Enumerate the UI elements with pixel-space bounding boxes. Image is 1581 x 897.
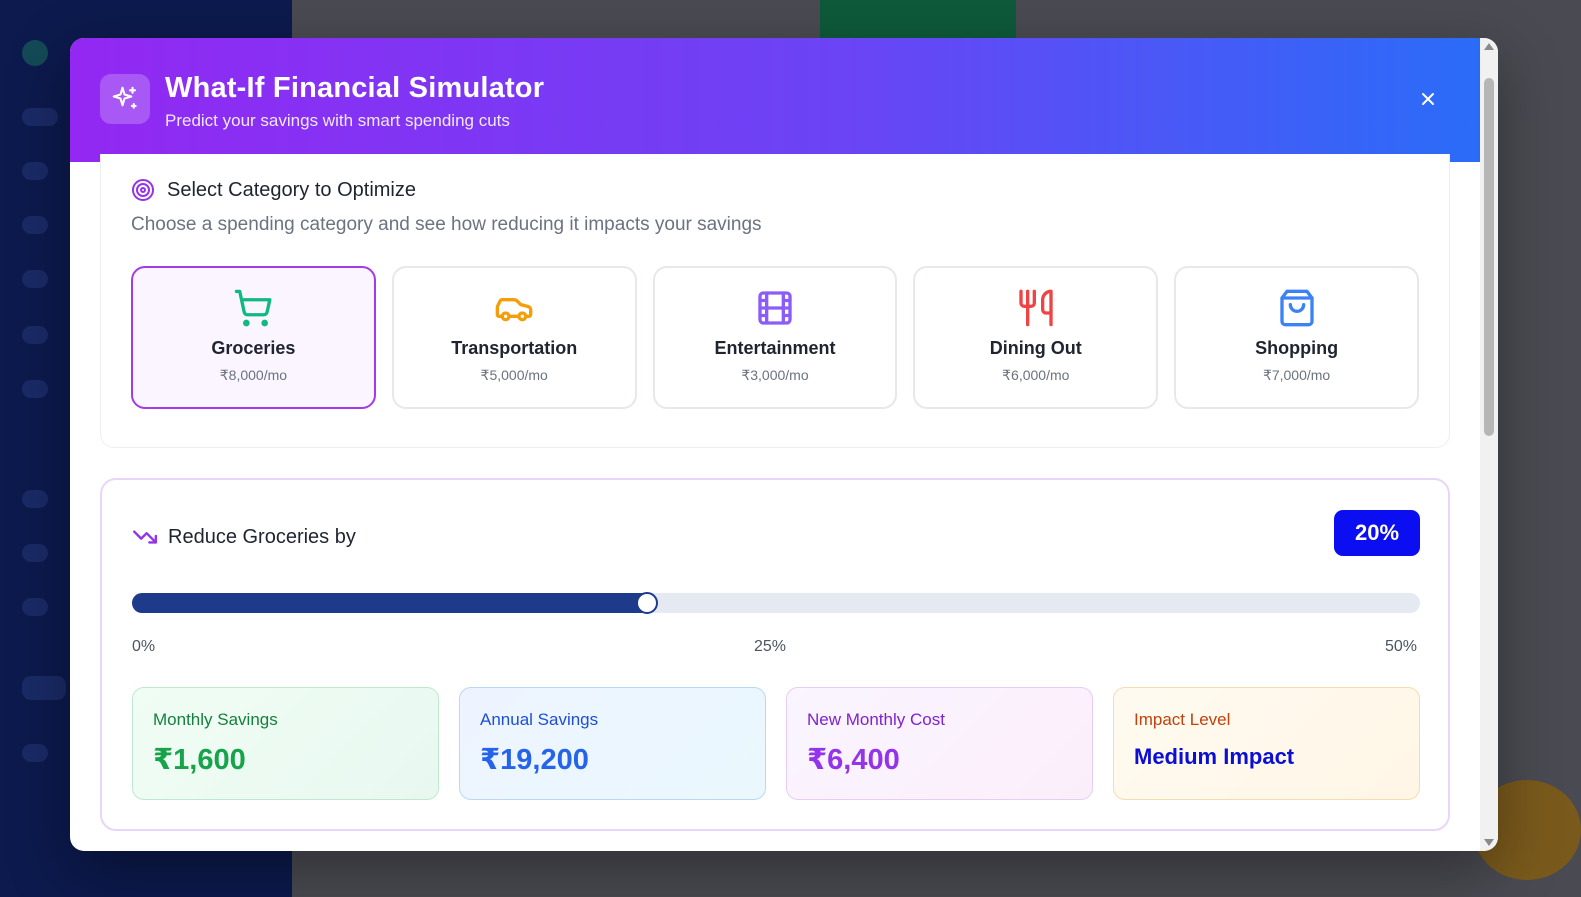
category-amount: ₹5,000/mo	[480, 367, 548, 383]
category-description: Choose a spending category and see how r…	[131, 214, 762, 235]
category-card-entertainment[interactable]: Entertainment ₹3,000/mo	[652, 266, 898, 409]
category-heading: Select Category to Optimize	[131, 178, 416, 202]
modal-scrollbar[interactable]	[1480, 38, 1498, 851]
category-amount: ₹3,000/mo	[741, 367, 809, 383]
stat-card-new-monthly-cost: New Monthly Cost ₹6,400	[786, 687, 1093, 800]
stat-value: ₹19,200	[480, 744, 589, 776]
category-name: Shopping	[1255, 338, 1339, 358]
slider-thumb[interactable]	[636, 592, 658, 614]
category-amount: ₹7,000/mo	[1262, 367, 1331, 383]
stat-card-annual-savings: Annual Savings ₹19,200	[459, 687, 766, 800]
slider-tick-max: 50%	[1385, 638, 1418, 655]
modal-title: What-If Financial Simulator	[165, 72, 545, 104]
reduce-heading-text: Reduce Groceries by	[168, 525, 356, 548]
slider-fill	[132, 593, 647, 613]
close-button[interactable]	[1416, 87, 1440, 111]
scroll-down-arrow-icon[interactable]	[1484, 839, 1494, 846]
stat-value: ₹1,600	[153, 744, 246, 776]
cart-icon	[233, 288, 273, 328]
close-icon	[1422, 93, 1434, 105]
modal-subtitle: Predict your savings with smart spending…	[165, 111, 510, 130]
category-card-transportation[interactable]: Transportation ₹5,000/mo	[391, 266, 637, 409]
stat-label: Annual Savings	[480, 710, 599, 729]
reduction-percent-badge: 20%	[1334, 510, 1420, 556]
stat-card-monthly-savings: Monthly Savings ₹1,600	[132, 687, 439, 800]
reduce-section: Reduce Groceries by 20% 0% 25% 50% Month…	[100, 478, 1450, 831]
category-card-dining-out[interactable]: Dining Out ₹6,000/mo	[913, 266, 1159, 409]
category-name: Transportation	[451, 338, 578, 358]
category-name: Entertainment	[714, 338, 836, 358]
category-name: Groceries	[211, 338, 296, 358]
category-amount: ₹8,000/mo	[219, 367, 288, 383]
modal-content: Select Category to Optimize Choose a spe…	[70, 154, 1480, 851]
category-cards: Groceries ₹8,000/mo Transportation ₹5,00…	[131, 266, 1419, 409]
stat-label: New Monthly Cost	[807, 710, 945, 729]
savings-stats: Monthly Savings ₹1,600 Annual Savings ₹1…	[132, 687, 1420, 800]
what-if-simulator-modal: What-If Financial Simulator Predict your…	[70, 38, 1498, 851]
reduce-heading: Reduce Groceries by	[132, 524, 356, 550]
category-amount: ₹6,000/mo	[1002, 367, 1070, 383]
category-name: Dining Out	[989, 338, 1082, 358]
stat-label: Monthly Savings	[153, 710, 278, 729]
car-icon	[494, 288, 534, 328]
scrollbar-thumb[interactable]	[1484, 78, 1494, 436]
stat-value: ₹6,400	[807, 744, 900, 776]
scroll-up-arrow-icon[interactable]	[1484, 43, 1494, 50]
stat-card-impact-level: Impact Level Medium Impact	[1113, 687, 1420, 800]
shopping-bag-icon	[1277, 288, 1317, 328]
reduction-slider[interactable]	[132, 592, 1420, 614]
film-icon	[755, 288, 795, 328]
stat-value: Medium Impact	[1134, 744, 1295, 769]
category-card-shopping[interactable]: Shopping ₹7,000/mo	[1174, 266, 1419, 409]
target-icon	[132, 179, 154, 201]
modal-header: What-If Financial Simulator Predict your…	[70, 38, 1480, 162]
stat-label: Impact Level	[1134, 710, 1231, 729]
trending-down-icon	[132, 530, 158, 544]
slider-tick-mid: 25%	[754, 638, 787, 655]
utensils-icon	[1016, 288, 1056, 328]
category-card-groceries[interactable]: Groceries ₹8,000/mo	[131, 266, 376, 409]
sparkles-icon	[100, 74, 150, 124]
slider-tick-min: 0%	[132, 638, 156, 655]
category-heading-text: Select Category to Optimize	[167, 178, 416, 201]
category-section: Select Category to Optimize Choose a spe…	[100, 154, 1450, 448]
